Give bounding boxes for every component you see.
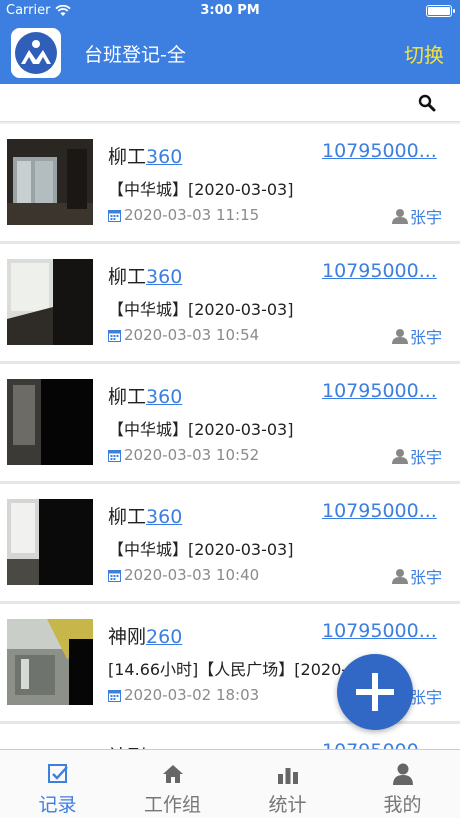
person-name: 张宇	[409, 328, 442, 347]
record-item[interactable]: 柳工360 10795000... 【中华城】[2020-03-03] 2020…	[0, 484, 460, 604]
user-icon	[392, 763, 413, 785]
record-site: 【中华城】[2020-03-03]	[108, 180, 294, 199]
app-screen: Carrier 3:00 PM 台班登记-全 切换 柳工360 10795000…	[0, 0, 460, 818]
app-logo	[11, 28, 61, 78]
tab-workgroup[interactable]: 工作组	[115, 750, 230, 818]
record-photo	[7, 619, 93, 705]
machine-code-link[interactable]: 10795000...	[322, 140, 440, 162]
record-site: 【中华城】[2020-03-03]	[108, 540, 294, 559]
machine-name: 柳工360	[108, 262, 182, 289]
machine-brand: 柳工	[108, 146, 147, 168]
person-icon	[391, 449, 408, 464]
calendar-icon	[108, 449, 121, 462]
record-item[interactable]: 柳工360 10795000... 【中华城】[2020-03-03] 2020…	[0, 124, 460, 244]
machine-model-link[interactable]: 360	[146, 386, 182, 408]
machine-name: 柳工360	[108, 382, 182, 409]
search-icon[interactable]	[418, 94, 436, 112]
add-record-button[interactable]	[337, 654, 413, 730]
machine-brand: 柳工	[108, 266, 147, 288]
machine-model-link[interactable]: 360	[146, 506, 182, 528]
machine-brand: 柳工	[108, 386, 147, 408]
tab-records[interactable]: 记录	[0, 750, 115, 818]
app-header: 台班登记-全 切换	[0, 22, 460, 84]
battery-icon	[426, 5, 455, 17]
person-icon	[391, 209, 408, 224]
person-name: 张宇	[409, 448, 442, 467]
record-person: 张宇	[391, 324, 442, 348]
calendar-icon	[108, 209, 121, 222]
calendar-icon	[108, 569, 121, 582]
status-time: 3:00 PM	[200, 3, 260, 18]
datetime-text: 2020-03-03 11:15	[124, 206, 260, 224]
machine-code-link[interactable]: 10795000...	[322, 620, 440, 642]
tab-bar: 记录 工作组 统计 我的	[0, 749, 460, 818]
page-title: 台班登记-全	[84, 44, 186, 66]
machine-name: 柳工360	[108, 142, 182, 169]
machine-model-link[interactable]: 360	[146, 266, 182, 288]
tab-statistics[interactable]: 统计	[230, 750, 345, 818]
record-person: 张宇	[391, 444, 442, 468]
plus-icon	[356, 673, 394, 711]
machine-code-link[interactable]: 10795000...	[322, 260, 440, 282]
person-name: 张宇	[409, 208, 442, 227]
person-name: 张宇	[409, 688, 442, 707]
calendar-icon	[108, 689, 121, 702]
checkbox-icon	[47, 764, 68, 783]
switch-button[interactable]: 切换	[404, 39, 444, 68]
tab-label: 我的	[383, 794, 422, 816]
record-datetime: 2020-03-03 10:54	[108, 326, 259, 344]
record-datetime: 2020-03-03 10:40	[108, 566, 259, 584]
record-datetime: 2020-03-03 11:15	[108, 206, 259, 224]
tab-mine[interactable]: 我的	[345, 750, 460, 818]
machine-model-link[interactable]: 260	[146, 626, 182, 648]
status-bar: Carrier 3:00 PM	[0, 0, 460, 22]
home-icon	[162, 765, 183, 783]
record-datetime: 2020-03-03 10:52	[108, 446, 259, 464]
record-photo	[7, 259, 93, 345]
machine-name: 柳工360	[108, 502, 182, 529]
tab-label: 工作组	[143, 794, 201, 816]
record-person: 张宇	[391, 204, 442, 228]
record-photo	[7, 139, 93, 225]
record-site: 【中华城】[2020-03-03]	[108, 300, 294, 319]
datetime-text: 2020-03-03 10:40	[124, 566, 260, 584]
record-item[interactable]: 柳工360 10795000... 【中华城】[2020-03-03] 2020…	[0, 244, 460, 364]
record-photo	[7, 379, 93, 465]
machine-brand: 柳工	[108, 506, 147, 528]
search-input[interactable]	[8, 88, 408, 118]
tab-label: 记录	[38, 794, 77, 816]
record-site: 【中华城】[2020-03-03]	[108, 420, 294, 439]
machine-name: 神刚260	[108, 622, 182, 649]
person-icon	[391, 569, 408, 584]
record-item[interactable]: 柳工360 10795000... 【中华城】[2020-03-03] 2020…	[0, 364, 460, 484]
datetime-text: 2020-03-03 10:54	[124, 326, 260, 344]
person-icon	[391, 329, 408, 344]
record-person: 张宇	[391, 564, 442, 588]
tab-label: 统计	[268, 794, 307, 816]
machine-model-link[interactable]: 360	[146, 146, 182, 168]
machine-brand: 神刚	[108, 626, 147, 648]
record-datetime: 2020-03-02 18:03	[108, 686, 259, 704]
datetime-text: 2020-03-02 18:03	[124, 686, 260, 704]
search-bar	[0, 84, 460, 122]
machine-code-link[interactable]: 10795000...	[322, 500, 440, 522]
datetime-text: 2020-03-03 10:52	[124, 446, 260, 464]
calendar-icon	[108, 329, 121, 342]
bar-chart-icon	[277, 768, 298, 784]
person-name: 张宇	[409, 568, 442, 587]
machine-code-link[interactable]: 10795000...	[322, 380, 440, 402]
record-photo	[7, 499, 93, 585]
